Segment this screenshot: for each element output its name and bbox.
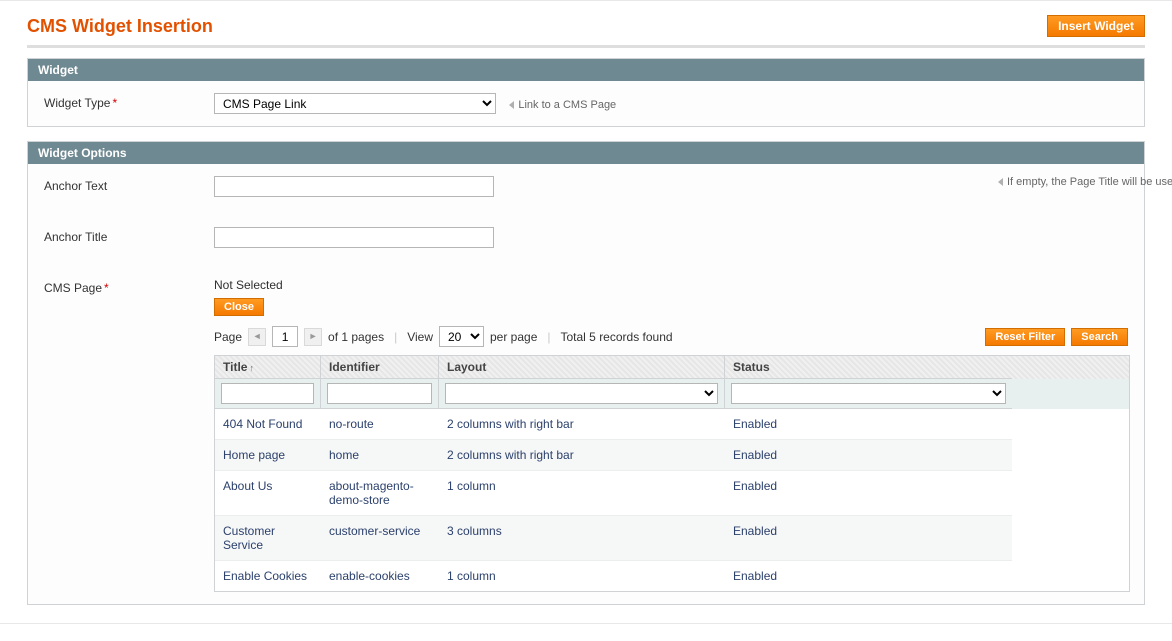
anchor-text-hint: If empty, the Page Title will be used [1007, 176, 1172, 188]
cell-layout: 1 column [439, 561, 725, 591]
cell-identifier: about-magento-demo-store [321, 471, 439, 516]
filter-status-select[interactable] [731, 383, 1006, 404]
chevron-left-icon [998, 178, 1003, 186]
cell-layout: 3 columns [439, 516, 725, 561]
page-title: CMS Widget Insertion [27, 16, 213, 37]
filter-layout-select[interactable] [445, 383, 718, 404]
toolbar-separator: | [394, 330, 397, 344]
pager-next-button[interactable]: ► [304, 328, 322, 346]
widget-options-panel: Widget Options Anchor Text If empty, the… [27, 141, 1145, 605]
pager-page-input[interactable] [272, 326, 298, 347]
anchor-text-label: Anchor Text [44, 179, 107, 193]
perpage-suffix: per page [490, 330, 537, 344]
col-header-status[interactable]: Status [725, 356, 1012, 379]
anchor-title-label: Anchor Title [44, 230, 107, 244]
cell-layout: 1 column [439, 471, 725, 516]
cell-title: 404 Not Found [215, 409, 321, 440]
filter-title-input[interactable] [221, 383, 314, 404]
pager-page-label: Page [214, 330, 242, 344]
cell-title: Enable Cookies [215, 561, 321, 591]
cell-identifier: no-route [321, 409, 439, 440]
cell-status: Enabled [725, 516, 1012, 561]
cell-layout: 2 columns with right bar [439, 409, 725, 440]
required-mark: * [112, 96, 117, 110]
col-header-identifier[interactable]: Identifier [321, 356, 439, 379]
pager-prev-button[interactable]: ◄ [248, 328, 266, 346]
anchor-title-input[interactable] [214, 227, 494, 248]
grid-toolbar: Page ◄ ► of 1 pages | View 20 per p [214, 326, 1128, 347]
cell-status: Enabled [725, 561, 1012, 591]
search-button[interactable]: Search [1071, 328, 1128, 346]
view-label: View [407, 330, 433, 344]
cell-identifier: enable-cookies [321, 561, 439, 591]
widget-type-label: Widget Type [44, 96, 110, 110]
toolbar-separator: | [547, 330, 550, 344]
cms-page-status: Not Selected [214, 278, 1128, 292]
anchor-text-input[interactable] [214, 176, 494, 197]
cell-title: Customer Service [215, 516, 321, 561]
cell-layout: 2 columns with right bar [439, 440, 725, 471]
insert-widget-button[interactable]: Insert Widget [1047, 15, 1145, 37]
cell-status: Enabled [725, 440, 1012, 471]
filter-identifier-input[interactable] [327, 383, 432, 404]
cell-identifier: customer-service [321, 516, 439, 561]
sort-asc-icon: ↑ [249, 363, 254, 373]
widget-panel: Widget Widget Type* CMS Page Link Link t… [27, 58, 1145, 127]
records-text: Total 5 records found [561, 330, 673, 344]
cell-title: Home page [215, 440, 321, 471]
reset-filter-button[interactable]: Reset Filter [985, 328, 1065, 346]
header-divider [27, 45, 1145, 48]
col-header-title[interactable]: Title↑ [215, 356, 321, 379]
cell-status: Enabled [725, 409, 1012, 440]
pager-total-text: of 1 pages [328, 330, 384, 344]
cell-title: About Us [215, 471, 321, 516]
chevron-left-icon [509, 101, 514, 109]
required-mark: * [104, 281, 109, 295]
col-header-layout[interactable]: Layout [439, 356, 725, 379]
widget-panel-head: Widget [28, 59, 1144, 81]
perpage-select[interactable]: 20 [439, 326, 484, 347]
widget-type-select[interactable]: CMS Page Link [214, 93, 496, 114]
cms-page-label: CMS Page [44, 281, 102, 295]
cell-identifier: home [321, 440, 439, 471]
widget-options-panel-head: Widget Options [28, 142, 1144, 164]
widget-type-hint: Link to a CMS Page [518, 99, 616, 111]
cms-page-grid: Title↑ Identifier Layout Status [214, 355, 1130, 592]
cell-status: Enabled [725, 471, 1012, 516]
close-button[interactable]: Close [214, 298, 264, 316]
